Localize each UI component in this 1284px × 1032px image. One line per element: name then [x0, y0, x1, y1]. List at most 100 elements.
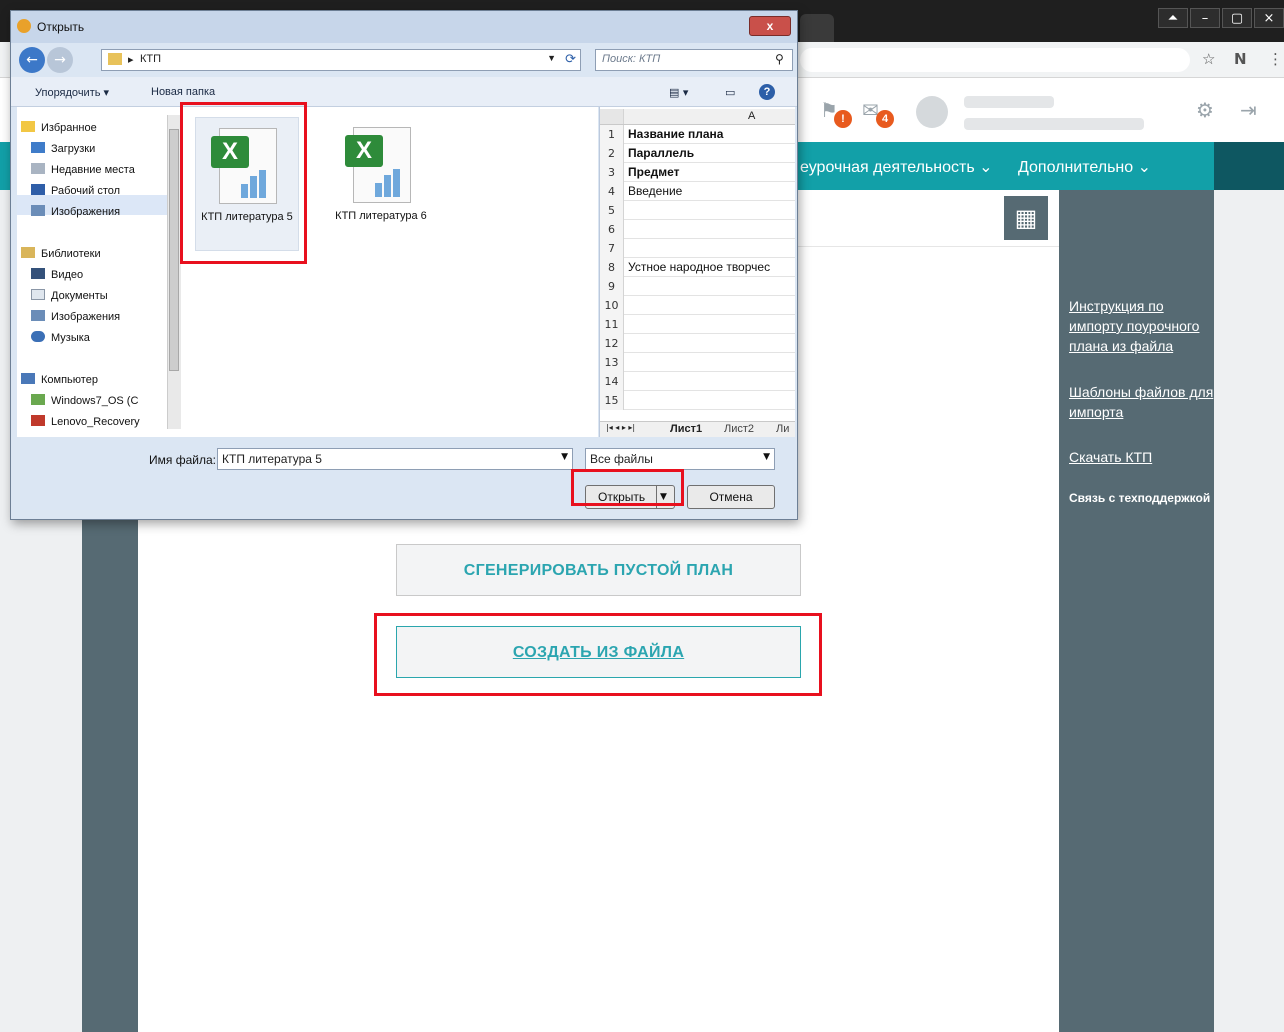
preview-cell: Устное народное творчес	[628, 260, 771, 274]
tree-item-favorites[interactable]: Избранное	[21, 121, 97, 134]
breadcrumb-current[interactable]: КТП	[140, 53, 161, 65]
highlight-create-from-file	[374, 613, 822, 696]
preview-row-number: 10	[600, 296, 624, 315]
recovery-drive-icon	[31, 415, 45, 426]
back-arrow-icon[interactable]: ←	[19, 47, 45, 73]
filetype-select[interactable]: Все файлы ▼	[585, 448, 775, 470]
settings-gear-icon[interactable]: ⚙	[1196, 98, 1214, 122]
preview-pane-icon[interactable]: ▭	[725, 86, 735, 99]
view-options-icon[interactable]: ▤ ▾	[669, 86, 688, 99]
nav-item-extracurricular[interactable]: еурочная деятельность ⌄	[800, 157, 993, 177]
downloads-folder-icon	[31, 142, 45, 153]
file-name: КТП литература 6	[335, 210, 427, 222]
preview-row-number: 5	[600, 201, 624, 220]
tree-item-video[interactable]: Видео	[31, 268, 83, 281]
highlight-selected-file	[180, 102, 307, 264]
chevron-down-icon[interactable]: ▼	[547, 53, 556, 63]
browser-menu-icon[interactable]: ⋮	[1268, 50, 1283, 68]
organize-button[interactable]: Упорядочить ▾	[35, 86, 109, 99]
cancel-button[interactable]: Отмена	[687, 485, 775, 509]
preview-row: 5	[600, 201, 795, 220]
pictures-icon	[31, 205, 45, 216]
preview-row: 14	[600, 372, 795, 391]
pictures-icon	[31, 310, 45, 321]
import-instructions-link[interactable]: Инструкция по импорту поурочного плана и…	[1069, 296, 1219, 356]
breadcrumb-separator: ▸	[128, 54, 134, 66]
preview-row: 6	[600, 220, 795, 239]
bookmark-star-icon[interactable]: ☆	[1202, 50, 1215, 68]
window-controls: ⏶ – ▢ ×	[1158, 8, 1284, 28]
preview-cell: Параллель	[628, 146, 695, 160]
tree-item-drive-c[interactable]: Windows7_OS (C	[31, 394, 138, 407]
dialog-navigation: ← → ▸ КТП ▼ ⟳ Поиск: КТП ⚲	[19, 47, 793, 73]
url-input[interactable]	[800, 48, 1190, 72]
close-window-button[interactable]: ×	[1254, 8, 1284, 28]
sheet-tab-2[interactable]: Лист2	[724, 423, 754, 435]
chevron-down-icon[interactable]: ▼	[763, 452, 770, 462]
sheet-nav-arrows[interactable]: |◂ ◂ ▸ ▸|	[606, 423, 635, 432]
minimize-button[interactable]: –	[1190, 8, 1220, 28]
tree-item-computer[interactable]: Компьютер	[21, 373, 98, 386]
mail-badge: 4	[876, 110, 894, 128]
chevron-down-icon[interactable]: ▼	[561, 452, 568, 462]
user-name-blurred	[964, 96, 1054, 108]
templates-link[interactable]: Шаблоны файлов для импорта	[1069, 382, 1219, 422]
refresh-icon[interactable]: ⟳	[565, 51, 576, 67]
dialog-search-input[interactable]: Поиск: КТП	[595, 49, 793, 71]
right-margin	[1214, 190, 1284, 1032]
chrome-app-icon	[17, 19, 31, 33]
forward-arrow-icon[interactable]: →	[47, 47, 73, 73]
tree-item-pictures[interactable]: Изображения	[31, 205, 120, 218]
sheet-tab-3[interactable]: Ли	[776, 423, 789, 435]
video-icon	[31, 268, 45, 279]
tree-item-documents[interactable]: Документы	[31, 289, 108, 302]
tree-item-music[interactable]: Музыка	[31, 331, 90, 344]
nav-item-additional[interactable]: Дополнительно ⌄	[1018, 157, 1151, 177]
dialog-close-button[interactable]: x	[749, 16, 791, 36]
avatar[interactable]	[916, 96, 948, 128]
help-icon[interactable]: ?	[759, 84, 775, 100]
sheet-tab-1[interactable]: Лист1	[670, 423, 702, 435]
filename-input[interactable]: КТП литература 5 ▼	[217, 448, 573, 470]
generate-empty-plan-button[interactable]: СГЕНЕРИРОВАТЬ ПУСТОЙ ПЛАН	[396, 544, 801, 596]
preview-row-number: 3	[600, 163, 624, 182]
file-preview-pane: A 1 Название плана 2 Параллель 3 Предмет 4 Введ…	[599, 107, 795, 437]
tree-item-libraries[interactable]: Библиотеки	[21, 247, 101, 260]
tree-item-pictures-lib[interactable]: Изображения	[31, 310, 120, 323]
preview-column-header: A	[600, 109, 795, 125]
extension-icon[interactable]: N	[1234, 50, 1247, 68]
profile-button[interactable]: ⏶	[1158, 8, 1188, 28]
library-icon	[21, 247, 35, 258]
preview-row-number: 7	[600, 239, 624, 258]
preview-row-number: 6	[600, 220, 624, 239]
browser-tab[interactable]	[800, 14, 834, 42]
tree-item-recovery[interactable]: Lenovo_Recovery	[31, 415, 140, 428]
tree-item-downloads[interactable]: Загрузки	[31, 142, 95, 155]
search-icon[interactable]: ⚲	[775, 52, 784, 66]
tree-item-desktop[interactable]: Рабочий стол	[31, 184, 120, 197]
logout-icon[interactable]: ⇥	[1240, 98, 1257, 122]
download-ktp-link[interactable]: Скачать КТП	[1069, 447, 1219, 467]
sheet-tabs: |◂ ◂ ▸ ▸| Лист1 Лист2 Ли	[600, 421, 795, 437]
notifications-badge: !	[834, 110, 852, 128]
star-icon	[21, 121, 35, 132]
preview-row: 2 Параллель	[600, 144, 795, 163]
preview-row-number: 9	[600, 277, 624, 296]
tree-item-recent[interactable]: Недавние места	[31, 163, 135, 176]
dialog-commandbar: Упорядочить ▾ Новая папка ▤ ▾ ▭ ?	[11, 77, 797, 107]
folder-icon	[108, 53, 122, 65]
navbar-end-block	[1214, 142, 1284, 190]
preview-row: 11	[600, 315, 795, 334]
tree-scrollbar-thumb[interactable]	[169, 129, 179, 371]
new-folder-button[interactable]: Новая папка	[151, 86, 215, 98]
preview-row-number: 13	[600, 353, 624, 372]
path-breadcrumb[interactable]: ▸ КТП ▼ ⟳	[101, 49, 581, 71]
file-open-dialog: Открыть x ← → ▸ КТП ▼ ⟳ Поиск: КТП ⚲ Упо…	[10, 10, 798, 520]
file-item[interactable]: X КТП литература 6	[329, 117, 433, 251]
user-school-blurred	[964, 118, 1144, 130]
apps-grid-icon[interactable]: ▦	[1004, 196, 1048, 240]
support-link[interactable]: Связь с техподдержкой	[1069, 491, 1210, 505]
preview-row: 9	[600, 277, 795, 296]
highlight-open-button	[571, 469, 684, 506]
maximize-button[interactable]: ▢	[1222, 8, 1252, 28]
